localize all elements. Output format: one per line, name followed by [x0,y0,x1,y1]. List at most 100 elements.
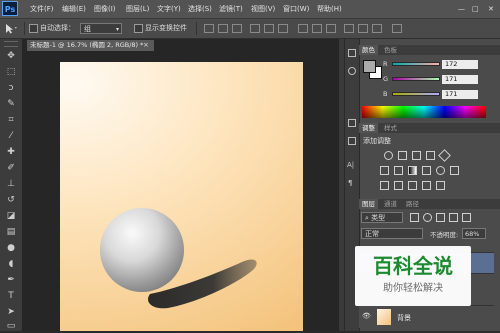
auto-align-icon[interactable] [392,24,402,33]
tab-layers[interactable]: 图层 [359,199,378,209]
layer-filter-dropdown[interactable]: ⌕ 类型 [361,212,403,223]
close-tab-icon[interactable]: × [143,40,151,51]
menu-select[interactable]: 选择(S) [188,0,212,18]
brush-panel-icon[interactable] [348,137,356,145]
color-lookup-icon[interactable] [450,166,459,175]
toolbox-grip[interactable] [4,41,18,47]
move-tool-preset-icon[interactable] [4,23,18,34]
eyedropper-icon[interactable]: ⁄ [3,129,19,143]
black-white-icon[interactable] [408,166,417,175]
filter-type-icon[interactable] [436,213,445,222]
type-tool-icon[interactable]: T [3,289,19,303]
exposure-icon[interactable] [426,151,435,160]
menu-edit[interactable]: 编辑(E) [62,0,86,18]
tab-adjustments[interactable]: 调整 [359,123,378,133]
align-right-icon[interactable] [278,24,288,33]
align-left-icon[interactable] [250,24,260,33]
layer-row-background[interactable]: 👁 背景 [359,305,494,328]
distribute-top-icon[interactable] [298,24,308,33]
green-slider[interactable] [392,77,440,81]
green-value-input[interactable]: 171 [442,75,478,84]
blue-value-input[interactable]: 171 [442,90,478,99]
eraser-icon[interactable]: ◪ [3,209,19,223]
menu-file[interactable]: 文件(F) [30,0,54,18]
channel-mixer-icon[interactable] [436,166,445,175]
tab-channels[interactable]: 通道 [381,199,400,209]
actions-panel-icon[interactable] [348,67,356,75]
curves-icon[interactable] [412,151,421,160]
pen-tool-icon[interactable]: ✒ [3,273,19,287]
character-panel-icon[interactable]: A| [347,161,354,169]
show-transform-checkbox[interactable] [134,24,143,33]
restore-button[interactable]: □ [472,0,479,18]
gradient-map-icon[interactable] [422,181,431,190]
photo-filter-icon[interactable] [422,166,431,175]
paragraph-panel-icon[interactable]: ¶ [348,179,352,187]
filter-adjustment-icon[interactable] [423,213,432,222]
tab-swatches[interactable]: 色板 [381,45,400,55]
path-select-icon[interactable]: ➤ [3,305,19,319]
posterize-icon[interactable] [394,181,403,190]
distribute-left-icon[interactable] [344,24,354,33]
menu-help[interactable]: 帮助(H) [317,0,342,18]
distribute-hcenter-icon[interactable] [358,24,368,33]
eye-icon[interactable]: 👁 [362,312,371,320]
menu-image[interactable]: 图像(I) [94,0,116,18]
filter-pixel-icon[interactable] [410,213,419,222]
align-vcenter-icon[interactable] [218,24,228,33]
red-value-input[interactable]: 172 [442,60,478,69]
divider [24,22,25,35]
document-tab[interactable]: 未标题-1 @ 16.7% (椭圆 2, RGB/8) * [27,40,154,51]
healing-brush-icon[interactable]: ✚ [3,145,19,159]
threshold-icon[interactable] [408,181,417,190]
levels-icon[interactable] [398,151,407,160]
align-hcenter-icon[interactable] [264,24,274,33]
menu-window[interactable]: 窗口(W) [283,0,309,18]
history-brush-icon[interactable]: ↺ [3,193,19,207]
selective-color-icon[interactable] [436,181,445,190]
info-panel-icon[interactable] [348,119,356,127]
filter-shape-icon[interactable] [449,213,458,222]
distribute-vcenter-icon[interactable] [312,24,322,33]
history-panel-icon[interactable] [348,49,356,57]
layer-thumbnail [377,309,391,325]
menu-view[interactable]: 视图(V) [251,0,275,18]
foreground-swatch-front [363,60,376,73]
auto-select-dropdown[interactable]: 组 ▾ [80,23,122,34]
crop-tool-icon[interactable]: ⌗ [3,113,19,127]
distribute-right-icon[interactable] [372,24,382,33]
align-bottom-icon[interactable] [232,24,242,33]
align-top-icon[interactable] [204,24,214,33]
menu-layer[interactable]: 图层(L) [126,0,149,18]
color-spectrum[interactable] [362,106,486,118]
canvas[interactable] [60,62,303,331]
auto-select-checkbox[interactable] [29,24,38,33]
tab-styles[interactable]: 样式 [381,123,400,133]
brush-tool-icon[interactable]: ✐ [3,161,19,175]
move-tool-icon[interactable]: ✥ [3,49,19,63]
distribute-bottom-icon[interactable] [326,24,336,33]
gradient-icon[interactable]: ▤ [3,225,19,239]
spectrum-shade [362,106,486,118]
color-balance-icon[interactable] [394,166,403,175]
blend-mode-dropdown[interactable]: 正常 [361,228,423,239]
dodge-icon[interactable]: ◖ [3,257,19,271]
red-slider[interactable] [392,62,440,66]
filter-smart-icon[interactable] [462,213,471,222]
blue-slider[interactable] [392,92,440,96]
quick-select-icon[interactable]: ✎ [3,97,19,111]
opacity-input[interactable]: 68% [462,228,486,239]
hue-saturation-icon[interactable] [380,166,389,175]
marquee-tool-icon[interactable]: ⬚ [3,65,19,79]
lasso-tool-icon[interactable]: ↄ [3,81,19,95]
invert-icon[interactable] [380,181,389,190]
menu-filter[interactable]: 滤镜(T) [219,0,243,18]
tab-paths[interactable]: 路径 [403,199,422,209]
close-window-button[interactable]: ✕ [488,0,494,18]
menu-type[interactable]: 文字(Y) [157,0,181,18]
tab-color[interactable]: 颜色 [359,45,378,55]
brightness-contrast-icon[interactable] [384,151,393,160]
minimize-button[interactable]: — [458,0,465,18]
clone-stamp-icon[interactable]: ⊥ [3,177,19,191]
blur-icon[interactable]: ● [3,241,19,255]
